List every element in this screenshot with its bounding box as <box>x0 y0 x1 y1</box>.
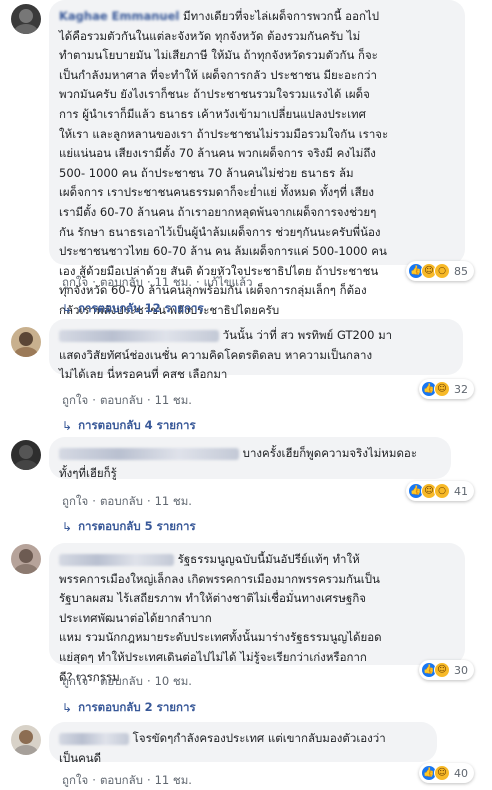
comment-bubble: รัฐธรรมนูญฉบับนี้มันอัปรีย์แท้ๆ ทำให้ พร… <box>49 543 465 684</box>
reaction-summary[interactable]: 👍 ☺ 30 <box>419 660 474 680</box>
reply-button[interactable]: ตอบกลับ <box>100 773 143 787</box>
reaction-count: 41 <box>454 484 468 498</box>
comment-bubble: วันนั้น ว่าที่ สว พรทิพย์ GT200 มา แสดงว… <box>49 319 463 381</box>
view-replies-link[interactable]: ↳ การตอบกลับ 2 รายการ <box>62 699 196 717</box>
timestamp[interactable]: 11 ชม. <box>155 773 192 787</box>
comment-text: วันนั้น ว่าที่ สว พรทิพย์ GT200 มา แสดงว… <box>59 328 393 382</box>
comment-author[interactable] <box>59 447 239 460</box>
reaction-summary[interactable]: 👍 ☺ ○ 41 <box>406 481 474 501</box>
comment-actions: ถูกใจ · ตอบกลับ · 11 ชม. · แก้ไขแล้ว <box>62 275 253 289</box>
reply-arrow-icon: ↳ <box>62 302 73 316</box>
reaction-count: 85 <box>454 264 468 278</box>
view-replies-link[interactable]: ↳ การตอบกลับ 4 รายการ <box>62 417 196 435</box>
comment-author[interactable] <box>59 329 219 342</box>
reaction-count: 30 <box>454 663 468 677</box>
reply-button[interactable]: ตอบกลับ <box>100 674 143 688</box>
haha-icon: ☺ <box>434 381 450 397</box>
timestamp[interactable]: 11 ชม. <box>155 275 192 289</box>
like-button[interactable]: ถูกใจ <box>62 773 88 787</box>
comment-text: โจรขัดๆกำลังครองประเทศ แต่เขากลับมองตัวเ… <box>59 731 386 765</box>
reply-button[interactable]: ตอบกลับ <box>100 494 143 508</box>
comment-text: รัฐธรรมนูญฉบับนี้มันอัปรีย์แท้ๆ ทำให้ พร… <box>59 552 382 684</box>
wow-icon: ○ <box>434 483 450 499</box>
comment-actions: ถูกใจ · ตอบกลับ · 11 ชม. <box>62 494 192 508</box>
like-button[interactable]: ถูกใจ <box>62 674 88 688</box>
reaction-summary[interactable]: 👍 ☺ 40 <box>419 763 474 783</box>
view-replies-link[interactable]: ↳ การตอบกลับ 12 รายการ <box>62 300 204 318</box>
avatar[interactable] <box>11 725 41 755</box>
comment-bubble: โจรขัดๆกำลังครองประเทศ แต่เขากลับมองตัวเ… <box>49 722 437 765</box>
haha-icon: ☺ <box>434 662 450 678</box>
comment-actions: ถูกใจ · ตอบกลับ · 11 ชม. <box>62 773 192 787</box>
reaction-summary[interactable]: 👍 ☺ ○ 85 <box>406 261 474 281</box>
reply-arrow-icon: ↳ <box>62 419 73 433</box>
timestamp[interactable]: 11 ชม. <box>155 393 192 407</box>
edited-label: แก้ไขแล้ว <box>203 275 253 289</box>
avatar[interactable] <box>11 4 41 34</box>
avatar[interactable] <box>11 440 41 470</box>
like-button[interactable]: ถูกใจ <box>62 275 88 289</box>
comment-bubble: บางครั้งเฮียก็พูดความจริงไม่หมดอะ ทั้งๆท… <box>49 437 451 480</box>
reply-arrow-icon: ↳ <box>62 520 73 534</box>
comment-author[interactable] <box>59 553 174 566</box>
comment-author[interactable]: Kaghae Emmanuel <box>59 9 179 23</box>
comment-text: บางครั้งเฮียก็พูดความจริงไม่หมดอะ ทั้งๆท… <box>59 446 418 480</box>
reaction-count: 32 <box>454 382 468 396</box>
avatar[interactable] <box>11 544 41 574</box>
comment-actions: ถูกใจ · ตอบกลับ · 10 ชม. <box>62 674 192 688</box>
comment-actions: ถูกใจ · ตอบกลับ · 11 ชม. <box>62 393 192 407</box>
avatar[interactable] <box>11 327 41 357</box>
like-button[interactable]: ถูกใจ <box>62 393 88 407</box>
like-button[interactable]: ถูกใจ <box>62 494 88 508</box>
timestamp[interactable]: 11 ชม. <box>155 494 192 508</box>
wow-icon: ○ <box>434 263 450 279</box>
comment-bubble: Kaghae Emmanuel มีทางเดียวที่จะไล่เผด็จก… <box>49 0 465 317</box>
comment-text: Kaghae Emmanuel มีทางเดียวที่จะไล่เผด็จก… <box>59 9 389 317</box>
comment-author[interactable] <box>59 732 129 745</box>
reaction-summary[interactable]: 👍 ☺ 32 <box>419 379 474 399</box>
timestamp[interactable]: 10 ชม. <box>155 674 192 688</box>
haha-icon: ☺ <box>434 765 450 781</box>
reply-arrow-icon: ↳ <box>62 701 73 715</box>
reply-button[interactable]: ตอบกลับ <box>100 393 143 407</box>
reply-button[interactable]: ตอบกลับ <box>100 275 143 289</box>
view-replies-link[interactable]: ↳ การตอบกลับ 5 รายการ <box>62 518 196 536</box>
reaction-count: 40 <box>454 766 468 780</box>
